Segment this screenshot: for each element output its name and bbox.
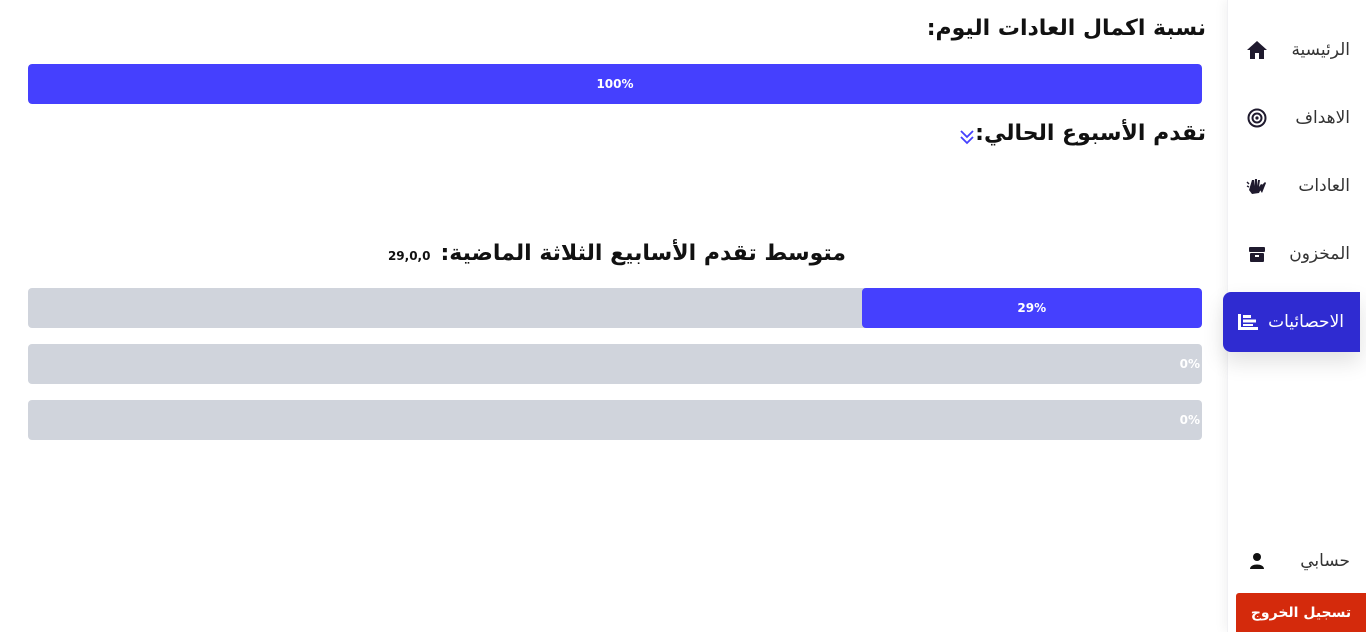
logout-button[interactable]: تسجيل الخروج: [1236, 593, 1366, 632]
week-3-progress-label: 0%: [1179, 413, 1200, 427]
home-icon: [1246, 39, 1268, 61]
current-week-title: تقدم الأسبوع الحالي:: [975, 121, 1206, 146]
account-link[interactable]: حسابي: [1228, 531, 1366, 591]
week-1-progress-bar: 29%: [28, 288, 1202, 328]
user-icon: [1246, 550, 1268, 572]
box-icon: [1246, 243, 1268, 265]
sidebar-item-habits[interactable]: العادات: [1228, 156, 1366, 216]
sidebar-item-statistics[interactable]: الاحصائيات: [1223, 292, 1360, 352]
stats-list-icon: [1237, 311, 1259, 333]
sidebar-item-label: الرئيسية: [1291, 40, 1350, 60]
three-weeks-average-values: 29,0,0: [387, 249, 431, 263]
three-weeks-average-label: متوسط تقدم الأسابيع الثلاثة الماضية:: [440, 241, 846, 266]
week-1-progress-fill: 29%: [861, 288, 1202, 328]
today-progress-fill: 100%: [28, 64, 1202, 104]
today-progress-bar: 100%: [28, 64, 1202, 104]
sidebar-item-label: الاهداف: [1295, 108, 1350, 128]
sidebar-item-inventory[interactable]: المخزون: [1228, 224, 1366, 284]
today-progress-label: 100%: [596, 77, 634, 91]
sidebar-item-label: العادات: [1298, 176, 1350, 196]
week-2-progress-bar: 0%: [28, 344, 1202, 384]
sidebar-item-label: الاحصائيات: [1268, 312, 1344, 332]
sidebar-item-goals[interactable]: الاهداف: [1228, 88, 1366, 148]
hands-icon: [1246, 175, 1268, 197]
week-3-progress-bar: 0%: [28, 400, 1202, 440]
app-root: نسبة اكمال العادات اليوم: 100% تقدم الأس…: [0, 0, 1366, 632]
today-completion-title: نسبة اكمال العادات اليوم:: [926, 16, 1206, 41]
week-1-progress-label: 29%: [1017, 301, 1047, 315]
account-label: حسابي: [1300, 551, 1350, 571]
three-weeks-average-title: متوسط تقدم الأسابيع الثلاثة الماضية: 29,…: [388, 241, 846, 266]
sidebar: الرئيسية الاهداف العادات المخزون الاحصائ…: [1223, 0, 1366, 632]
week-2-progress-label: 0%: [1179, 357, 1200, 371]
chevron-double-down-icon: [960, 130, 974, 145]
sidebar-item-label: المخزون: [1289, 244, 1350, 264]
week-toggle-button[interactable]: [955, 125, 979, 149]
target-icon: [1246, 107, 1268, 129]
sidebar-item-home[interactable]: الرئيسية: [1228, 20, 1366, 80]
